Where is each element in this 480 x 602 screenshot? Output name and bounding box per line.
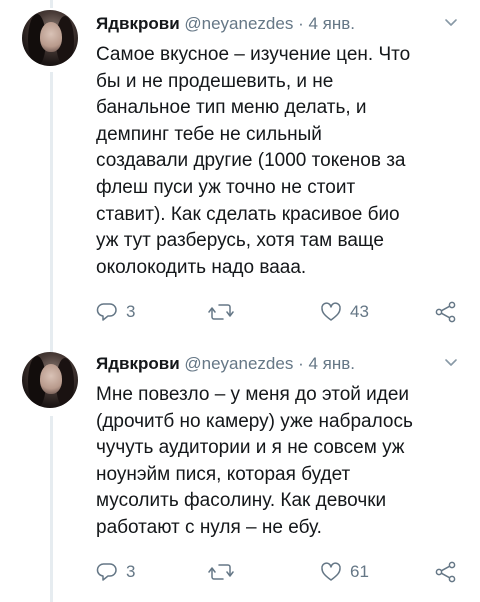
retweet-button[interactable] [208,560,242,584]
chevron-down-icon[interactable] [444,16,458,30]
retweet-icon [208,564,234,580]
tweet-header: Ядвкрови @neyanezdes · 4 янв. [96,12,460,36]
tweet-header: Ядвкрови @neyanezdes · 4 янв. [96,352,460,376]
share-button[interactable] [434,300,458,324]
like-button[interactable]: 61 [320,560,369,584]
heart-icon [321,302,341,321]
like-count: 43 [350,302,369,321]
share-icon [435,561,456,583]
retweet-button[interactable] [208,300,242,324]
reply-icon [96,563,117,581]
heart-icon [321,562,341,581]
reply-count: 3 [126,302,136,321]
like-button[interactable]: 43 [320,300,369,324]
share-icon [435,301,456,323]
tweet-date[interactable]: 4 янв. [308,14,355,33]
tweet-actions: 3 61 [96,560,466,584]
display-name[interactable]: Ядвкрови [96,354,180,373]
avatar[interactable] [22,352,78,408]
reply-button[interactable]: 3 [96,560,135,584]
like-count: 61 [350,562,369,581]
reply-icon [96,303,117,321]
tweet-text: Мне повезло – у меня до этой идеи (дрочи… [96,384,413,538]
tweet-date[interactable]: 4 янв. [308,354,355,373]
reply-button[interactable]: 3 [96,300,135,324]
user-handle[interactable]: @neyanezdes [184,14,293,33]
tweet-text: Самое вкусное – изучение цен. Что бы и н… [96,44,411,278]
retweet-icon [208,304,234,320]
share-button[interactable] [434,560,458,584]
tweet-actions: 3 43 [96,300,466,324]
tweet[interactable]: Ядвкрови @neyanezdes · 4 янв. Мне повезл… [0,346,480,602]
avatar[interactable] [22,10,78,66]
reply-count: 3 [126,562,136,581]
user-handle[interactable]: @neyanezdes [184,354,293,373]
separator: · [298,14,304,33]
tweet[interactable]: Ядвкрови @neyanezdes · 4 янв. Самое вкус… [0,0,480,340]
display-name[interactable]: Ядвкрови [96,14,180,33]
separator: · [298,354,304,373]
chevron-down-icon[interactable] [444,356,458,370]
